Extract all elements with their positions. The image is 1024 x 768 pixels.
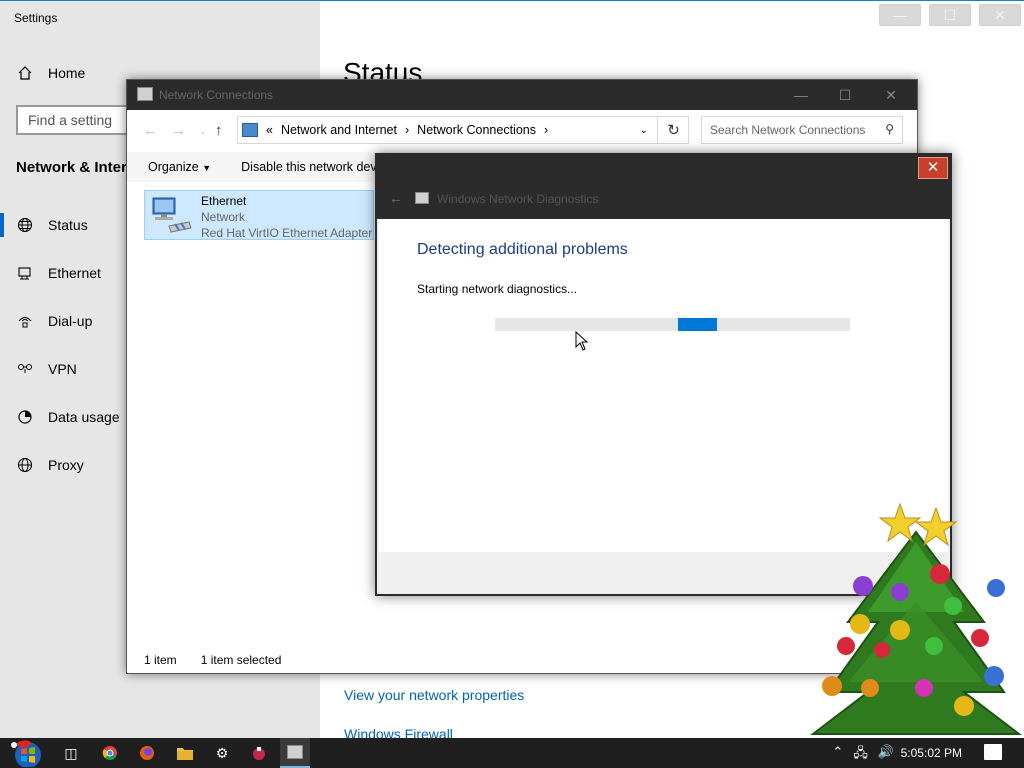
sidebar-item-ethernet[interactable]: Ethernet (16, 264, 101, 282)
home-label: Home (48, 65, 86, 81)
app-icon[interactable] (250, 744, 268, 762)
organize-label: Organize (148, 160, 199, 174)
sidebar-item-data-usage[interactable]: Data usage (16, 408, 120, 426)
sidebar-item-dial-up[interactable]: Dial-up (16, 312, 92, 330)
start-button-icon[interactable] (10, 739, 46, 767)
sidebar-item-label: Proxy (48, 457, 84, 473)
back-arrow-icon[interactable]: ← (143, 122, 158, 139)
ethernet-connection-item[interactable]: Ethernet Network Red Hat VirtIO Ethernet… (144, 190, 374, 240)
selected-accent (0, 213, 4, 237)
search-input[interactable]: Search Network Connections ⚲ (701, 116, 903, 144)
task-view-icon[interactable]: ◫ (62, 744, 80, 762)
active-taskbar-button[interactable] (280, 738, 310, 768)
sidebar-item-proxy[interactable]: Proxy (16, 456, 84, 474)
connection-network: Network (201, 210, 246, 224)
dialog-heading: Detecting additional problems (417, 241, 628, 258)
data-usage-icon (16, 408, 34, 426)
show-hidden-icons-chevron-icon[interactable]: ⌃ (832, 744, 843, 766)
ethernet-item-text: Ethernet Network Red Hat VirtIO Ethernet… (201, 193, 372, 241)
sidebar-item-label: Data usage (48, 409, 120, 425)
breadcrumb-overflow-icon[interactable]: « (266, 123, 273, 137)
ethernet-icon (16, 264, 34, 282)
progress-bar (495, 318, 850, 331)
firefox-icon[interactable] (138, 744, 156, 762)
globe-icon (16, 456, 34, 474)
sidebar-item-label: Status (48, 217, 88, 233)
clock[interactable]: 5:05:02 PM (901, 746, 962, 760)
vpn-icon (16, 360, 34, 378)
item-count: 1 item (144, 653, 177, 667)
selected-count: 1 item selected (200, 653, 282, 667)
view-network-properties-link[interactable]: View your network properties (344, 687, 524, 703)
breadcrumb-item[interactable]: Network Connections (417, 123, 536, 137)
back-arrow-icon[interactable]: ← (389, 190, 403, 206)
recent-chevron-icon[interactable]: ⌄ (199, 126, 207, 137)
window-title: Network Connections (159, 88, 274, 102)
minimize-button[interactable]: — (879, 4, 921, 26)
breadcrumb-item[interactable]: Network and Internet (281, 123, 397, 137)
dialog-title: Windows Network Diagnostics (437, 192, 599, 206)
settings-gear-icon[interactable]: ⚙ (213, 744, 231, 762)
refresh-icon: ↻ (667, 122, 680, 139)
sidebar-item-vpn[interactable]: VPN (16, 360, 77, 378)
system-tray: ⌃ 🖧 🔊 (832, 744, 894, 766)
network-tray-icon[interactable]: 🖧 (853, 744, 868, 766)
status-text: Starting network diagnostics... (417, 282, 578, 296)
progress-indicator (678, 318, 717, 331)
status-bar: 1 item 1 item selected (144, 653, 281, 667)
sidebar-item-label: VPN (48, 361, 77, 377)
globe-icon (16, 216, 34, 234)
address-bar[interactable]: « Network and Internet › Network Connect… (237, 116, 689, 144)
control-panel-icon (242, 123, 258, 137)
maximize-button[interactable]: ☐ (929, 4, 971, 26)
home-nav-item[interactable]: Home (16, 64, 85, 82)
chevron-down-icon[interactable]: ⌄ (640, 125, 648, 136)
sidebar-item-label: Ethernet (48, 265, 101, 281)
minimize-button[interactable]: — (781, 84, 821, 106)
section-title: Network & Internet (16, 159, 136, 176)
title-bar[interactable]: Network Connections — ☐ ✕ (127, 80, 917, 110)
connection-adapter: Red Hat VirtIO Ethernet Adapter (201, 226, 373, 240)
close-button[interactable]: ✕ (979, 4, 1021, 26)
action-center-icon[interactable] (984, 744, 1002, 760)
breadcrumb-separator-icon: › (543, 123, 549, 137)
file-explorer-icon[interactable] (176, 744, 194, 762)
breadcrumb-separator-icon: › (405, 123, 410, 137)
forward-arrow-icon[interactable]: → (171, 122, 186, 139)
mouse-cursor-icon (575, 331, 589, 351)
refresh-button[interactable]: ↻ (657, 116, 689, 144)
close-button[interactable]: ✕ (918, 157, 948, 179)
close-button[interactable]: ✕ (871, 84, 911, 106)
dialog-title-bar[interactable]: ✕ ← Windows Network Diagnostics (377, 155, 950, 219)
dropdown-arrow-icon: ▼ (202, 163, 212, 173)
organize-menu[interactable]: Organize ▼ (148, 160, 211, 174)
dialup-icon (16, 312, 34, 330)
volume-icon[interactable]: 🔊 (878, 744, 894, 766)
taskbar: ◫ ⚙ ⌃ 🖧 🔊 5:05:02 PM (0, 738, 1024, 768)
christmas-tree-decoration (810, 502, 1022, 735)
chrome-icon[interactable] (101, 744, 119, 762)
diagnostics-icon (415, 192, 429, 204)
sidebar-item-status[interactable]: Status (16, 216, 88, 234)
up-arrow-icon[interactable]: ↑ (215, 122, 223, 139)
maximize-button[interactable]: ☐ (825, 84, 865, 106)
search-placeholder: Search Network Connections (710, 123, 866, 137)
home-icon (16, 64, 34, 82)
diagnostics-taskbar-icon (287, 745, 303, 759)
sidebar-item-label: Dial-up (48, 313, 93, 329)
disable-device-button[interactable]: Disable this network device (241, 160, 392, 174)
network-adapter-icon (152, 197, 192, 233)
search-icon: ⚲ (885, 122, 894, 136)
address-row: ← → ⌄ ↑ « Network and Internet › Network… (127, 110, 917, 152)
settings-window-controls: — ☐ ✕ (879, 4, 1021, 26)
settings-title: Settings (14, 11, 58, 25)
network-connections-icon (137, 87, 153, 101)
connection-name: Ethernet (201, 194, 247, 208)
